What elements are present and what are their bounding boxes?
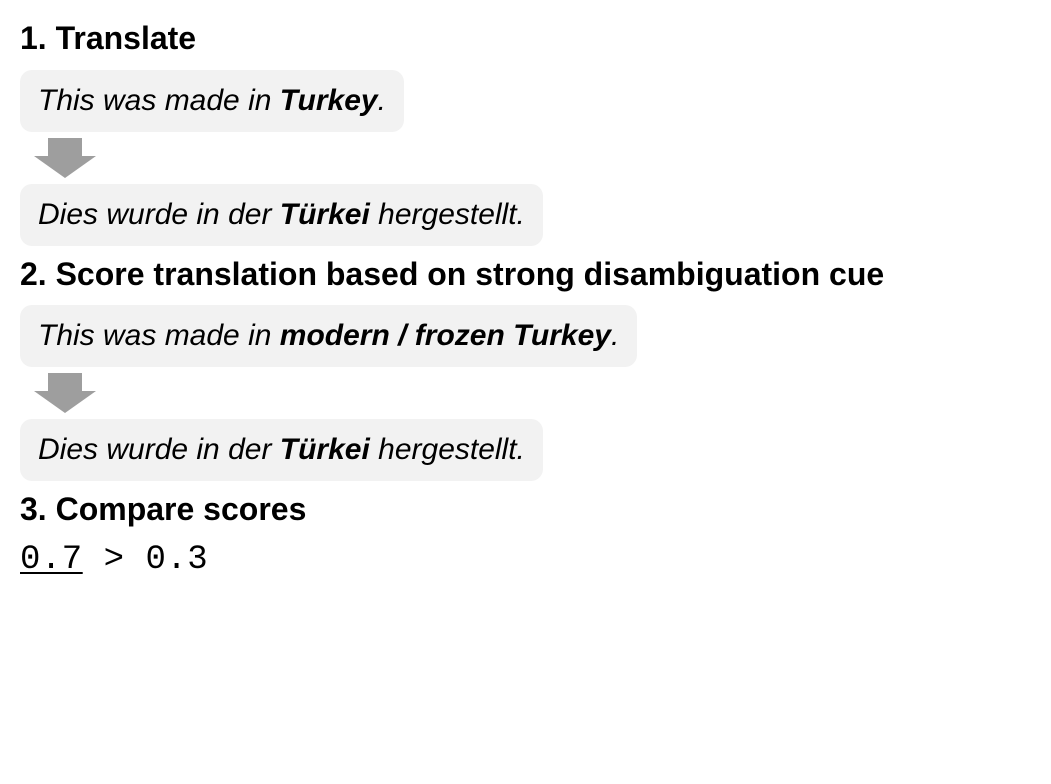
target-bold-word: Türkei — [280, 198, 370, 231]
cue-pre-text: This was made in — [38, 319, 280, 352]
source-pre-text: This was made in — [38, 84, 280, 117]
source-post-text: . — [378, 84, 386, 117]
target-sentence-box: Dies wurde in der Türkei hergestellt. — [20, 184, 543, 246]
score-comparison: 0.7 > 0.3 — [20, 541, 1031, 579]
cue-target-sentence-box: Dies wurde in der Türkei hergestellt. — [20, 419, 543, 481]
section-heading-score: 2. Score translation based on strong dis… — [20, 254, 1031, 296]
score-winner: 0.7 — [20, 541, 83, 579]
section-heading-compare: 3. Compare scores — [20, 489, 1031, 531]
target-pre-text: Dies wurde in der — [38, 198, 280, 231]
source-sentence-box: This was made in Turkey. — [20, 70, 404, 132]
cue-post-text: . — [611, 319, 619, 352]
score-other: 0.3 — [145, 541, 208, 579]
cue-target-post-text: hergestellt. — [370, 433, 525, 466]
section-heading-translate: 1. Translate — [20, 18, 1031, 60]
score-operator: > — [83, 541, 146, 579]
cue-bold-words: modern / frozen Turkey — [280, 319, 611, 352]
cue-target-bold-word: Türkei — [280, 433, 370, 466]
cue-target-pre-text: Dies wurde in der — [38, 433, 280, 466]
cue-sentence-box: This was made in modern / frozen Turkey. — [20, 305, 637, 367]
source-bold-word: Turkey — [280, 84, 378, 117]
target-post-text: hergestellt. — [370, 198, 525, 231]
